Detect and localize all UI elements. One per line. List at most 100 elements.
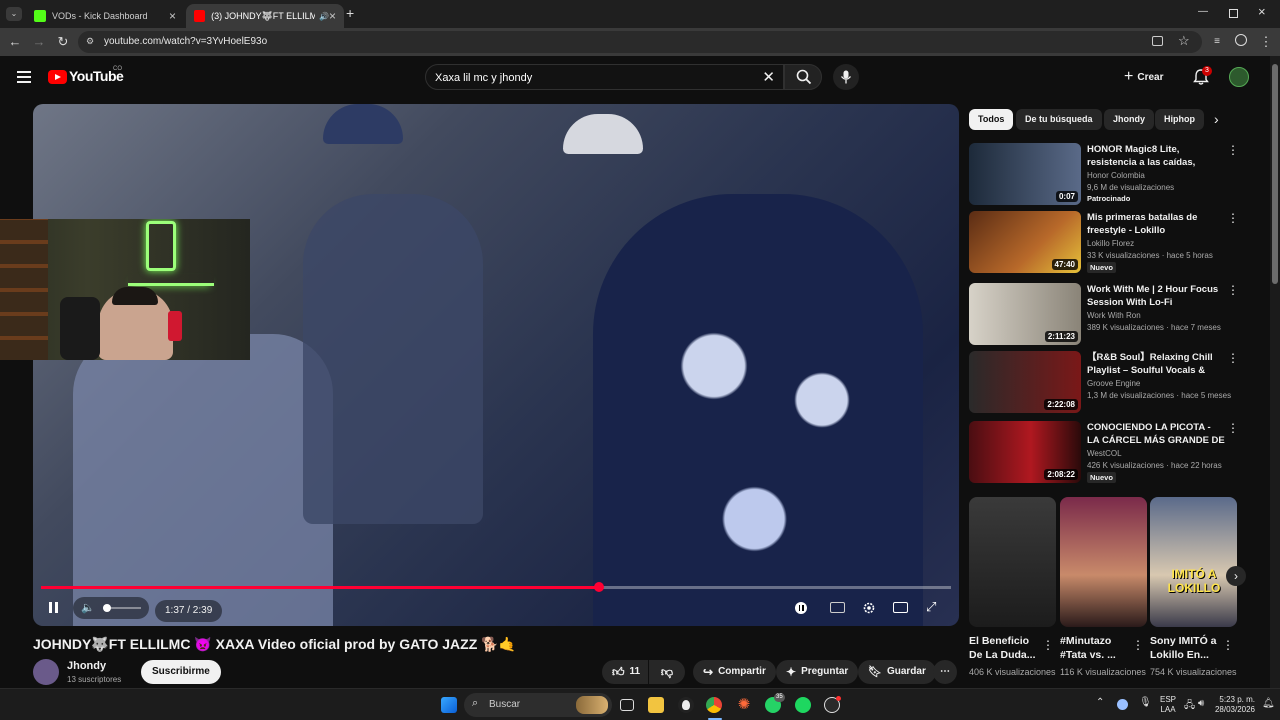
dislike-button[interactable]: 👎︎ <box>649 660 685 684</box>
progress-scrubber-handle[interactable] <box>593 582 604 592</box>
search-button[interactable] <box>784 64 822 90</box>
volume-control[interactable]: 🔈 <box>73 597 149 619</box>
profile-icon[interactable] <box>1233 34 1249 50</box>
tray-chevron-icon[interactable]: ⌃ <box>1096 697 1104 708</box>
speaker-icon[interactable]: 🔊 <box>319 12 329 21</box>
recommendation-item[interactable]: 2:22:08 【R&B Soul】Relaxing Chill Playlis… <box>969 351 1249 413</box>
voice-search-button[interactable] <box>833 64 859 90</box>
language-indicator[interactable]: ESP LAA <box>1158 695 1178 715</box>
more-options-icon[interactable]: ⋮ <box>1042 638 1054 652</box>
clear-search-icon[interactable]: ✕ <box>762 68 775 86</box>
channel-name[interactable]: Lokillo Florez <box>1087 239 1134 248</box>
recommendation-item[interactable]: 2:11:23 Work With Me | 2 Hour Focus Sess… <box>969 283 1249 345</box>
more-options-icon[interactable]: ⋮ <box>1227 421 1239 435</box>
taskbar-search[interactable]: ⌕ Buscar <box>464 693 612 717</box>
task-view-icon[interactable] <box>620 699 634 711</box>
subtitles-button[interactable] <box>830 602 845 613</box>
close-window-icon[interactable]: × <box>1258 4 1266 19</box>
scrollbar-thumb[interactable] <box>1272 64 1278 284</box>
page-scrollbar[interactable] <box>1270 56 1280 688</box>
chrome-icon[interactable] <box>706 697 722 713</box>
volume-icon[interactable]: 🔈 <box>81 601 95 614</box>
create-button[interactable]: + Crear <box>1124 66 1163 88</box>
like-button[interactable]: 👍︎ 11 <box>602 660 648 684</box>
windows-start-icon[interactable] <box>441 697 457 713</box>
more-options-icon[interactable]: ⋮ <box>1132 638 1144 652</box>
clock[interactable]: 5:23 p. m. 28/03/2026 <box>1207 695 1255 715</box>
chip-de-tu-busqueda[interactable]: De tu búsqueda <box>1016 109 1102 130</box>
notification-center-icon[interactable]: 🔔︎ <box>1262 698 1275 709</box>
youtube-logo-icon[interactable] <box>48 70 67 84</box>
chip-jhondy[interactable]: Jhondy <box>1104 109 1155 130</box>
alien-app-icon[interactable] <box>678 697 694 713</box>
user-avatar[interactable] <box>1229 67 1249 87</box>
tab-youtube-video[interactable]: (3) JOHNDY🐺FT ELLILMC 🔊 × <box>186 4 344 28</box>
chips-next-chevron-icon[interactable]: › <box>1214 111 1219 127</box>
tray-microphone-icon[interactable]: 🎙︎ <box>1139 697 1152 708</box>
media-controls-icon[interactable]: ≡ <box>1209 34 1225 50</box>
video-title[interactable]: Work With Me | 2 Hour Focus Session With… <box>1087 283 1225 309</box>
close-tab-icon[interactable]: × <box>329 9 336 23</box>
spotify-icon[interactable] <box>795 697 811 713</box>
back-button[interactable]: ← <box>7 34 23 50</box>
video-title[interactable]: CONOCIENDO LA PICOTA - LA CÁRCEL MÁS GRA… <box>1087 421 1225 447</box>
short-title[interactable]: #Minutazo #Tata vs. ... <box>1060 634 1136 662</box>
more-options-icon[interactable]: ⋮ <box>1227 211 1239 225</box>
install-app-icon[interactable] <box>1152 36 1163 46</box>
subscribe-button[interactable]: Suscribirme <box>141 660 221 684</box>
miniplayer-pause-icon[interactable] <box>795 602 807 614</box>
asterisk-app-icon[interactable]: ✺ <box>736 697 752 713</box>
save-button[interactable]: 🔖︎ Guardar <box>858 660 936 684</box>
forward-button[interactable]: → <box>31 34 47 50</box>
video-thumbnail[interactable]: 2:11:23 <box>969 283 1081 345</box>
video-title[interactable]: 【R&B Soul】Relaxing Chill Playlist – Soul… <box>1087 351 1225 377</box>
video-thumbnail[interactable]: 2:08:22 <box>969 421 1081 483</box>
restore-window-icon[interactable] <box>1229 9 1238 18</box>
chip-hiphop[interactable]: Hiphop <box>1155 109 1204 130</box>
bookmark-star-icon[interactable]: ☆ <box>1178 33 1190 49</box>
menu-icon[interactable] <box>17 71 31 83</box>
short-title[interactable]: El Beneficio De La Duda... <box>969 634 1045 662</box>
short-thumbnail[interactable] <box>1060 497 1147 627</box>
site-info-icon[interactable]: ⚙ <box>86 36 98 48</box>
reload-button[interactable]: ↻ <box>55 34 71 50</box>
shorts-next-chevron-icon[interactable]: › <box>1226 566 1246 586</box>
video-thumbnail[interactable]: 47:40 <box>969 211 1081 273</box>
channel-name[interactable]: Jhondy <box>67 660 106 672</box>
recommendation-item[interactable]: 0:07 HONOR Magic8 Lite, resistencia a la… <box>969 143 1249 205</box>
tab-search-dropdown-icon[interactable]: ⌄ <box>6 7 22 21</box>
search-input[interactable]: Xaxa lil mc y jhondy ✕ <box>425 64 784 90</box>
ask-button[interactable]: ✦ Preguntar <box>776 660 859 684</box>
more-options-icon[interactable]: ⋮ <box>1222 638 1234 652</box>
address-bar[interactable]: ⚙ youtube.com/watch?v=3YvHoelE93o ☆ <box>78 31 1202 53</box>
recommendation-item[interactable]: 47:40 Mis primeras batallas de freestyle… <box>969 211 1249 273</box>
video-player[interactable]: 🔈 1:37 / 2:39 ⤢ <box>33 104 959 626</box>
video-title[interactable]: HONOR Magic8 Lite, resistencia a las caí… <box>1087 143 1225 169</box>
video-thumbnail[interactable]: 0:07 <box>969 143 1081 205</box>
more-options-icon[interactable]: ⋮ <box>1227 283 1239 297</box>
channel-name[interactable]: Honor Colombia <box>1087 171 1145 180</box>
pause-button[interactable] <box>48 601 60 615</box>
speaker-icon[interactable]: 🔊︎ <box>1198 698 1204 709</box>
channel-name[interactable]: Work With Ron <box>1087 311 1141 320</box>
more-options-icon[interactable]: ⋮ <box>1227 143 1239 157</box>
more-options-icon[interactable]: ⋮ <box>1227 351 1239 365</box>
theater-mode-button[interactable] <box>893 602 908 613</box>
settings-gear-icon[interactable] <box>862 601 876 615</box>
short-thumbnail[interactable] <box>969 497 1056 627</box>
tab-kick-dashboard[interactable]: VODs - Kick Dashboard × <box>26 4 184 28</box>
recommendation-item[interactable]: 2:08:22 CONOCIENDO LA PICOTA - LA CÁRCEL… <box>969 421 1249 483</box>
channel-name[interactable]: WestCOL <box>1087 449 1122 458</box>
tray-app-icon[interactable] <box>1117 699 1128 710</box>
short-title[interactable]: Sony IMITÓ a Lokillo En... <box>1150 634 1226 662</box>
fullscreen-button[interactable]: ⤢ <box>926 599 936 615</box>
minimize-window-icon[interactable]: — <box>1198 6 1208 17</box>
video-thumbnail[interactable]: 2:22:08 <box>969 351 1081 413</box>
new-tab-button[interactable]: + <box>346 5 354 21</box>
close-tab-icon[interactable]: × <box>169 9 176 23</box>
share-button[interactable]: ↪ Compartir <box>693 660 776 684</box>
volume-slider-handle[interactable] <box>103 604 111 612</box>
channel-avatar[interactable] <box>33 659 59 685</box>
more-actions-button[interactable]: ⋯ <box>933 660 957 684</box>
progress-bar[interactable] <box>41 582 951 592</box>
